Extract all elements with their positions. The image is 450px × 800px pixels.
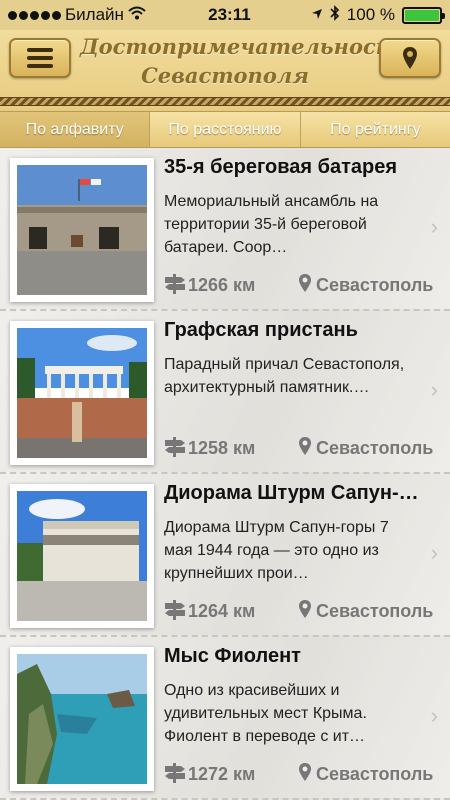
nav-header: Достопримечательности Севастополя [0, 30, 450, 112]
battery-icon [402, 6, 445, 24]
list-item[interactable]: Диорама Штурм Сапун-… Диорама Штурм Сапу… [0, 474, 450, 637]
tab-distance[interactable]: По расстоянию [150, 112, 301, 147]
place-thumbnail [10, 647, 154, 791]
chevron-right-icon: › [430, 214, 438, 239]
place-meta: 1264 км Севастополь [164, 598, 444, 624]
chevron-right-icon: › [430, 377, 438, 402]
status-time: 23:11 [208, 5, 251, 24]
rope-divider [0, 97, 450, 106]
page-title: Достопримечательности Севастополя [80, 32, 414, 90]
places-list: 35-я береговая батарея Мемориальный анса… [0, 148, 450, 800]
distance: 1266 км [164, 272, 298, 299]
distance-value: 1264 км [188, 600, 256, 621]
place-description: Парадный причал Севастополя, архитектурн… [164, 356, 405, 396]
place-description: Диорама Штурм Сапун-горы 7 мая 1944 года… [164, 519, 389, 582]
city-name: Севастополь [316, 763, 434, 784]
place-title: 35-я береговая батарея [164, 156, 398, 178]
distance: 1258 км [164, 435, 298, 462]
status-bar: Билайн 23:11 100 % [0, 0, 450, 30]
distance: 1272 км [164, 761, 298, 788]
signpost-icon [164, 272, 186, 299]
city-name: Севастополь [316, 437, 434, 458]
place-meta: 1266 км Севастополь [164, 272, 444, 298]
place-description: Мемориальный ансамбль на территории 35-й… [164, 193, 379, 256]
carrier-name: Билайн [65, 5, 124, 24]
chevron-right-icon: › [430, 703, 438, 728]
signpost-icon [164, 598, 186, 625]
location-pin-icon [298, 599, 312, 624]
place-title: Мыс Фиолент [164, 645, 301, 667]
map-pin-icon [402, 46, 418, 70]
location-pin-icon [298, 273, 312, 298]
bluetooth-icon [330, 4, 340, 26]
city: Севастополь [298, 599, 433, 624]
tab-alphabet[interactable]: По алфавиту [0, 112, 151, 147]
list-item[interactable]: Графская пристань Парадный причал Севаст… [0, 311, 450, 474]
list-item[interactable]: 35-я береговая батарея Мемориальный анса… [0, 148, 450, 311]
hamburger-icon [27, 48, 53, 68]
signal-strength-icon [8, 10, 61, 20]
battery-fill [405, 9, 439, 21]
distance-value: 1272 км [188, 763, 256, 784]
place-thumbnail [10, 158, 154, 302]
tab-rating[interactable]: По рейтингу [301, 112, 450, 147]
status-right: 100 % [311, 4, 445, 26]
place-meta: 1272 км Севастополь [164, 761, 444, 787]
place-meta: 1258 км Севастополь [164, 435, 444, 461]
distance-value: 1258 км [188, 437, 256, 458]
sort-tabs: По алфавиту По расстоянию По рейтингу [0, 112, 450, 148]
battery-percent: 100 % [346, 5, 395, 24]
chevron-right-icon: › [430, 540, 438, 565]
map-button[interactable] [379, 38, 441, 78]
menu-button[interactable] [9, 38, 71, 78]
place-description: Одно из красивейших и удивительных мест … [164, 682, 367, 745]
signpost-icon [164, 435, 186, 462]
city: Севастополь [298, 762, 433, 787]
distance-value: 1266 км [188, 274, 256, 295]
location-pin-icon [298, 762, 312, 787]
wifi-icon [128, 5, 146, 25]
place-thumbnail [10, 321, 154, 465]
signpost-icon [164, 761, 186, 788]
location-pin-icon [298, 436, 312, 461]
city: Севастополь [298, 273, 433, 298]
place-title: Графская пристань [164, 319, 358, 341]
place-thumbnail [10, 484, 154, 628]
title-line-1: Достопримечательности [80, 34, 414, 59]
place-title: Диорама Штурм Сапун-… [164, 482, 419, 504]
city: Севастополь [298, 436, 433, 461]
list-item[interactable]: Мыс Фиолент Одно из красивейших и удивит… [0, 637, 450, 800]
title-line-2: Севастополя [141, 63, 309, 88]
city-name: Севастополь [316, 600, 434, 621]
city-name: Севастополь [316, 274, 434, 295]
location-arrow-icon [311, 5, 323, 25]
distance: 1264 км [164, 598, 298, 625]
